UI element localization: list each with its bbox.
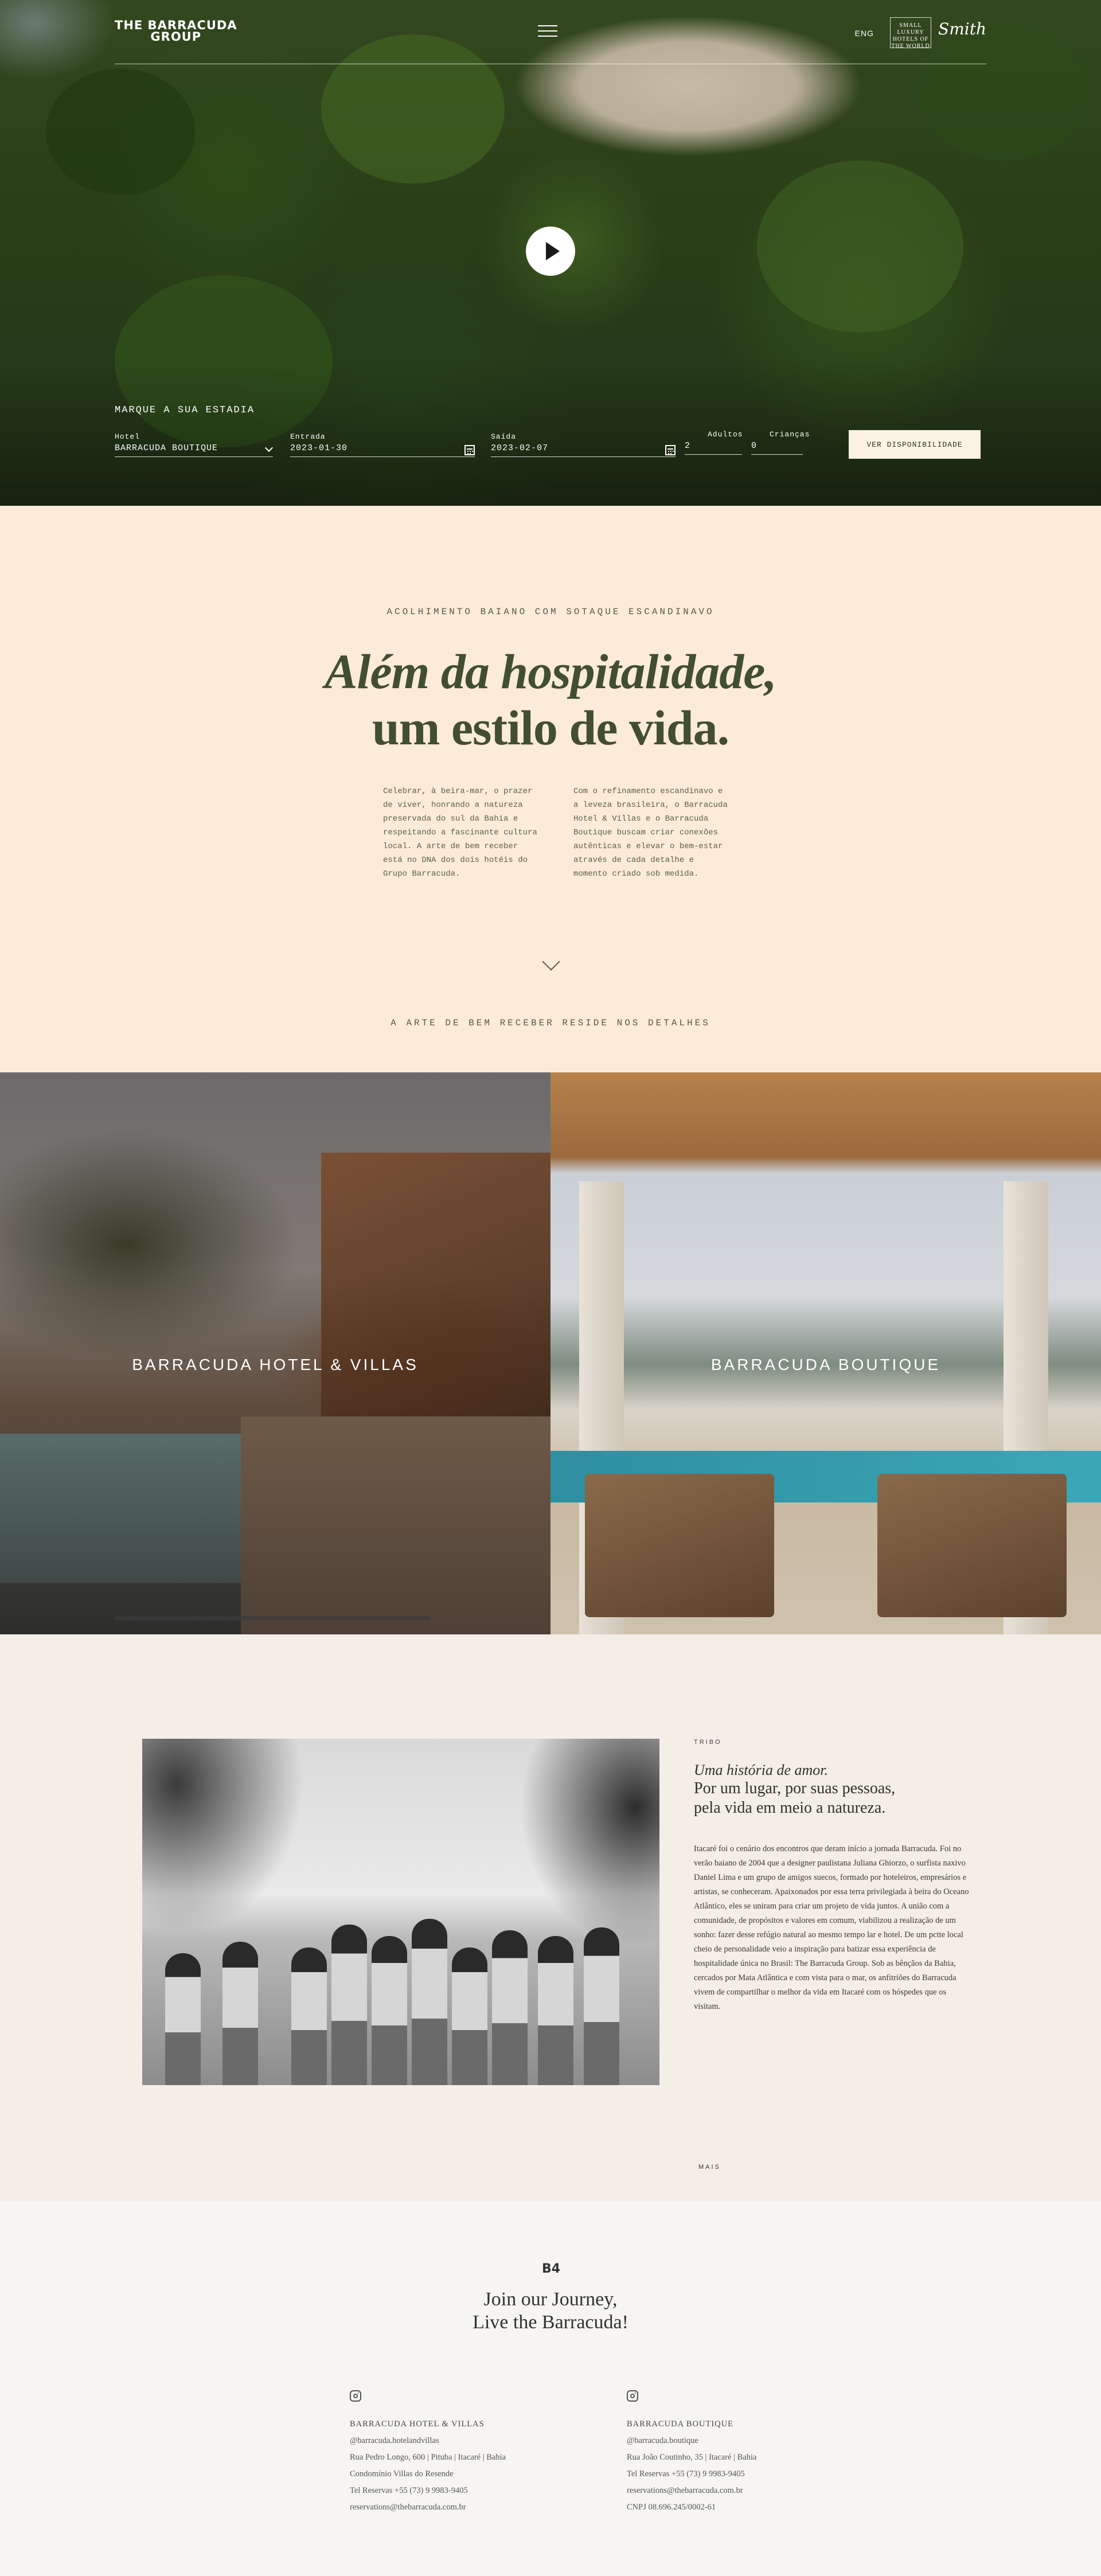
children-select[interactable]: Crianças 0 [751,430,810,455]
team-photo [142,1739,659,2085]
story-section: TRIBO Uma história de amor. Por um lugar… [0,1634,1101,2201]
property-photo [585,1474,774,1617]
hamburger-menu-icon[interactable] [538,25,557,39]
team-photo [412,1919,447,2085]
hero-section: THE BARRACUDA GROUP ENG SMALL LUXURY HOT… [0,0,1101,506]
instagram-icon[interactable] [350,2390,361,2402]
checkout-label: Saída [491,432,517,441]
team-photo [165,1953,201,2085]
phone-link[interactable]: Tel Reservas +55 (73) 9 9983-9405 [627,2466,833,2483]
more-link[interactable]: MAIS [698,2164,721,2171]
team-photo [538,1936,573,2085]
story-tag: TRIBO [694,1739,722,1746]
gallery-scrollbar[interactable] [115,1616,430,1621]
intro-section: ACOLHIMENTO BAIANO COM SOTAQUE ESCANDINA… [0,506,1101,1072]
play-video-button[interactable] [526,227,575,276]
language-switch[interactable]: ENG [855,29,874,38]
adults-label: Adultos [708,430,743,439]
instagram-handle-link[interactable]: @barracuda.boutique [627,2433,833,2449]
team-photo [291,1947,327,2085]
intro-column-left: Celebrar, à beira-mar, o prazer de viver… [383,787,537,879]
property-card-boutique[interactable]: BARRACUDA BOUTIQUE [550,1072,1101,1634]
email-link[interactable]: reservations@thebarracuda.com.br [627,2483,833,2499]
smith-badge-logo[interactable]: Smith [938,19,986,38]
story-body: Itacaré foi o cenário dos encontros que … [694,1844,969,2011]
team-photo [331,1925,367,2085]
footer-tagline: Join our Journey, Live the Barracuda! [0,2288,1101,2334]
story-subtitle-line2: pela vida em meio a natureza. [694,1799,886,1817]
top-navigation: THE BARRACUDA GROUP ENG SMALL LUXURY HOT… [115,0,986,64]
footer-hotel-title: BARRACUDA HOTEL & VILLAS [350,2419,485,2429]
logo-line1: THE BARRACUDA [115,18,237,32]
adults-select[interactable]: Adultos 2 [685,430,743,455]
booking-title: MARQUE A SUA ESTADIA [115,405,255,416]
team-photo [584,1927,619,2085]
property-name: BARRACUDA HOTEL & VILLAS [132,1356,419,1373]
email-link[interactable]: reservations@thebarracuda.com.br [350,2499,556,2516]
intro-column-right: Com o refinamento escandinavo e a leveza… [573,787,728,879]
tagline-line2: Live the Barracuda! [473,2312,628,2333]
property-photo [0,1434,252,1583]
hotel-label: Hotel [115,432,140,441]
intro-eyebrow: ACOLHIMENTO BAIANO COM SOTAQUE ESCANDINA… [386,607,715,617]
story-italic-title: Uma história de amor. [694,1762,829,1778]
instagram-icon[interactable] [627,2390,638,2402]
property-photo [321,1153,550,1439]
property-photo [877,1474,1067,1617]
calendar-icon[interactable] [464,445,475,455]
property-photo [241,1416,550,1634]
story-subtitle-line1: Por um lugar, por suas pessoas, [694,1779,896,1797]
headline-line2: um estilo de vida. [372,700,729,755]
adults-value: 2 [685,441,742,455]
logo-line2: GROUP [150,30,202,44]
tagline-line1: Join our Journey, [483,2289,618,2310]
team-photo [222,1942,258,2085]
chevron-down-icon[interactable] [542,953,560,971]
story-text: TRIBO Uma história de amor. Por um lugar… [694,1739,969,2014]
team-photo [492,1930,528,2085]
cnpj-text: CNPJ 08.696.245/0002-61 [627,2503,716,2512]
team-photo [452,1947,487,2085]
address-line: Condomínio Villas do Resende [350,2469,454,2479]
slh-badge-logo[interactable]: SMALL LUXURY HOTELS OF THE WORLD [890,17,931,49]
address-line: Rua João Coutinho, 35 | Itacaré | Bahia [627,2453,757,2462]
children-label: Crianças [770,430,810,439]
intro-headline: Além da hospitalidade, um estilo de vida… [0,643,1101,756]
property-name: BARRACUDA BOUTIQUE [710,1356,941,1373]
checkin-label: Entrada [290,432,326,441]
hotel-select[interactable]: Hotel BARRACUDA BOUTIQUE [115,432,274,457]
instagram-handle-link[interactable]: @barracuda.hotelandvillas [350,2433,556,2449]
property-card-hotel-villas[interactable]: BARRACUDA HOTEL & VILLAS [0,1072,550,1634]
check-availability-button[interactable]: VER DISPONIBILIDADE [849,430,981,459]
checkout-date-field[interactable]: Saída 2023-02-07 [491,432,676,457]
details-eyebrow: A ARTE DE BEM RECEBER RESIDE NOS DETALHE… [391,1018,710,1028]
checkin-date-field[interactable]: Entrada 2023-01-30 [290,432,475,457]
address-line: Rua Pedro Longo, 600 | Pituba | Itacaré … [350,2453,506,2462]
phone-link[interactable]: Tel Reservas +55 (73) 9 9983-9405 [350,2483,556,2499]
footer-hotel-villas: BARRACUDA HOTEL & VILLAS @barracuda.hote… [350,2390,556,2516]
calendar-icon[interactable] [665,445,676,455]
children-value: 0 [751,441,803,455]
footer-boutique: BARRACUDA BOUTIQUE @barracuda.boutique R… [627,2390,833,2516]
footer-boutique-title: BARRACUDA BOUTIQUE [627,2419,733,2429]
properties-gallery: BARRACUDA HOTEL & VILLAS BARRACUDA BOUTI… [0,1072,1101,1634]
team-photo [372,1936,407,2085]
brand-logo[interactable]: THE BARRACUDA GROUP [115,18,237,44]
headline-line1: Além da hospitalidade, [325,644,777,699]
hotel-value: BARRACUDA BOUTIQUE [115,443,273,457]
hero-foliage [757,161,963,333]
hero-foliage [46,69,195,195]
footer-logo-mark: B4 [542,2262,561,2276]
checkin-value: 2023-01-30 [290,443,475,457]
footer: B4 Join our Journey, Live the Barracuda!… [0,2201,1101,2576]
checkout-value: 2023-02-07 [491,443,676,457]
booking-form: MARQUE A SUA ESTADIA Hotel BARRACUDA BOU… [115,405,981,459]
